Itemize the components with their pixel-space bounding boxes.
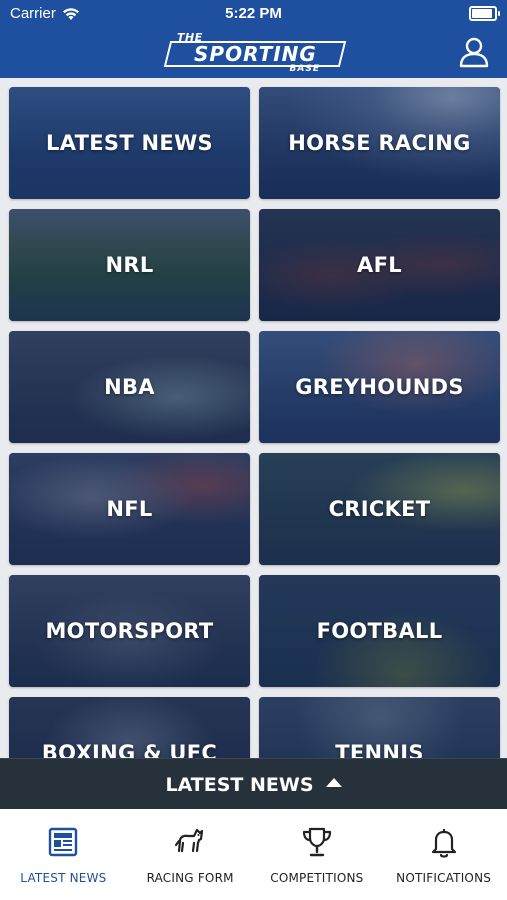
category-label: MOTORSPORT [45,619,214,643]
category-tile-afl[interactable]: AFL [259,209,500,321]
category-label: NRL [105,253,154,277]
status-time: 5:22 PM [225,5,282,22]
tab-label: LATEST NEWS [20,871,107,885]
category-tile-latest-news[interactable]: LATEST NEWS [9,87,250,199]
category-tile-boxing-ufc[interactable]: BOXING & UFC [9,697,250,758]
tab-racing-form[interactable]: RACING FORM [127,809,254,900]
profile-icon[interactable] [459,36,489,68]
tab-label: RACING FORM [146,871,234,885]
newspaper-icon [49,827,78,857]
bottom-tab-bar: LATEST NEWS RACING FORM COMPETITIONS NOT… [0,809,507,900]
battery-icon [469,6,500,21]
category-label: FOOTBALL [316,619,443,643]
caret-up-icon [325,778,342,787]
status-bar: Carrier 5:22 PM [0,0,507,28]
category-label: GREYHOUNDS [295,375,464,399]
category-label: AFL [357,253,402,277]
brand-logo[interactable]: THE SPORTING BASE [163,31,347,74]
category-tile-nfl[interactable]: NFL [9,453,250,565]
horse-icon [175,828,204,853]
category-label: BOXING & UFC [41,741,218,758]
tab-latest-news[interactable]: LATEST NEWS [0,809,127,900]
section-bar-title: LATEST NEWS [165,773,314,796]
category-label: LATEST NEWS [46,131,213,155]
category-tile-nba[interactable]: NBA [9,331,250,443]
category-tile-horse-racing[interactable]: HORSE RACING [259,87,500,199]
category-label: NFL [106,497,153,521]
category-label: HORSE RACING [288,131,471,155]
category-tile-cricket[interactable]: CRICKET [259,453,500,565]
category-tile-motorsport[interactable]: MOTORSPORT [9,575,250,687]
category-grid: LATEST NEWS HORSE RACING NRL AFL NBA GRE… [0,78,507,758]
category-label: TENNIS [335,741,424,758]
trophy-icon [302,827,331,857]
category-label: NBA [104,375,155,399]
tab-competitions[interactable]: COMPETITIONS [254,809,381,900]
tab-notifications[interactable]: NOTIFICATIONS [380,809,507,900]
bell-icon [431,829,456,858]
category-tile-nrl[interactable]: NRL [9,209,250,321]
category-tile-greyhounds[interactable]: GREYHOUNDS [259,331,500,443]
category-tile-football[interactable]: FOOTBALL [259,575,500,687]
latest-news-toggle-bar[interactable]: LATEST NEWS [0,758,507,810]
app-header: Carrier 5:22 PM THE SPORTING BASE [0,0,507,78]
logo-main-text: SPORTING [193,42,317,66]
tab-label: NOTIFICATIONS [396,871,492,885]
category-tile-tennis[interactable]: TENNIS [259,697,500,758]
tab-label: COMPETITIONS [270,871,364,885]
logo-bottom-text: BASE [289,64,320,74]
category-label: CRICKET [328,497,431,521]
